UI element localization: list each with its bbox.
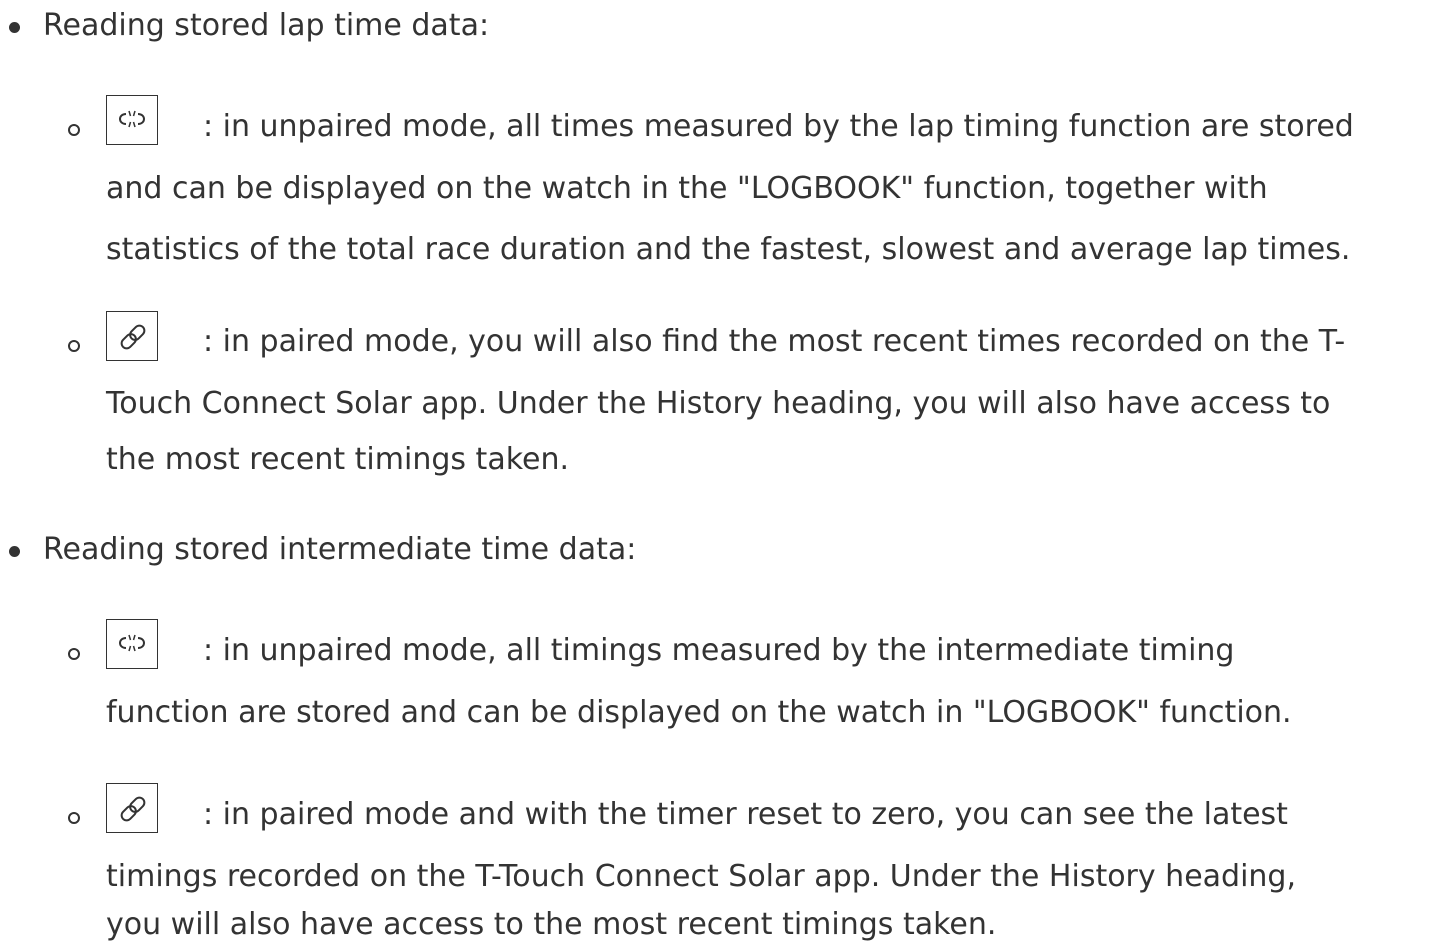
unlink-icon <box>106 619 158 669</box>
item-text-line: function are stored and can be displayed… <box>106 695 1292 730</box>
sub-bullet-circle <box>68 124 80 136</box>
item-text-line: : in paired mode, you will also find the… <box>203 324 1346 359</box>
section-heading: Reading stored lap time data: <box>43 8 490 43</box>
sub-bullet-circle <box>68 648 80 660</box>
link-icon <box>106 311 158 361</box>
item-text-line: the most recent timings taken. <box>106 442 570 477</box>
unlink-icon <box>106 95 158 145</box>
item-text-line: Touch Connect Solar app. Under the Histo… <box>106 386 1331 421</box>
section-heading: Reading stored intermediate time data: <box>43 532 637 567</box>
sub-bullet-circle <box>68 812 80 824</box>
item-text-line: statistics of the total race duration an… <box>106 232 1351 267</box>
bullet-disc <box>9 546 20 557</box>
sub-bullet-circle <box>68 340 80 352</box>
item-text-line: : in unpaired mode, all times measured b… <box>203 109 1354 144</box>
item-text-line: you will also have access to the most re… <box>106 907 997 942</box>
link-icon <box>106 783 158 833</box>
bullet-disc <box>9 22 20 33</box>
item-text-line: : in unpaired mode, all timings measured… <box>203 633 1235 668</box>
item-text-line: : in paired mode and with the timer rese… <box>203 797 1288 832</box>
item-text-line: and can be displayed on the watch in the… <box>106 171 1268 206</box>
item-text-line: timings recorded on the T-Touch Connect … <box>106 859 1297 894</box>
